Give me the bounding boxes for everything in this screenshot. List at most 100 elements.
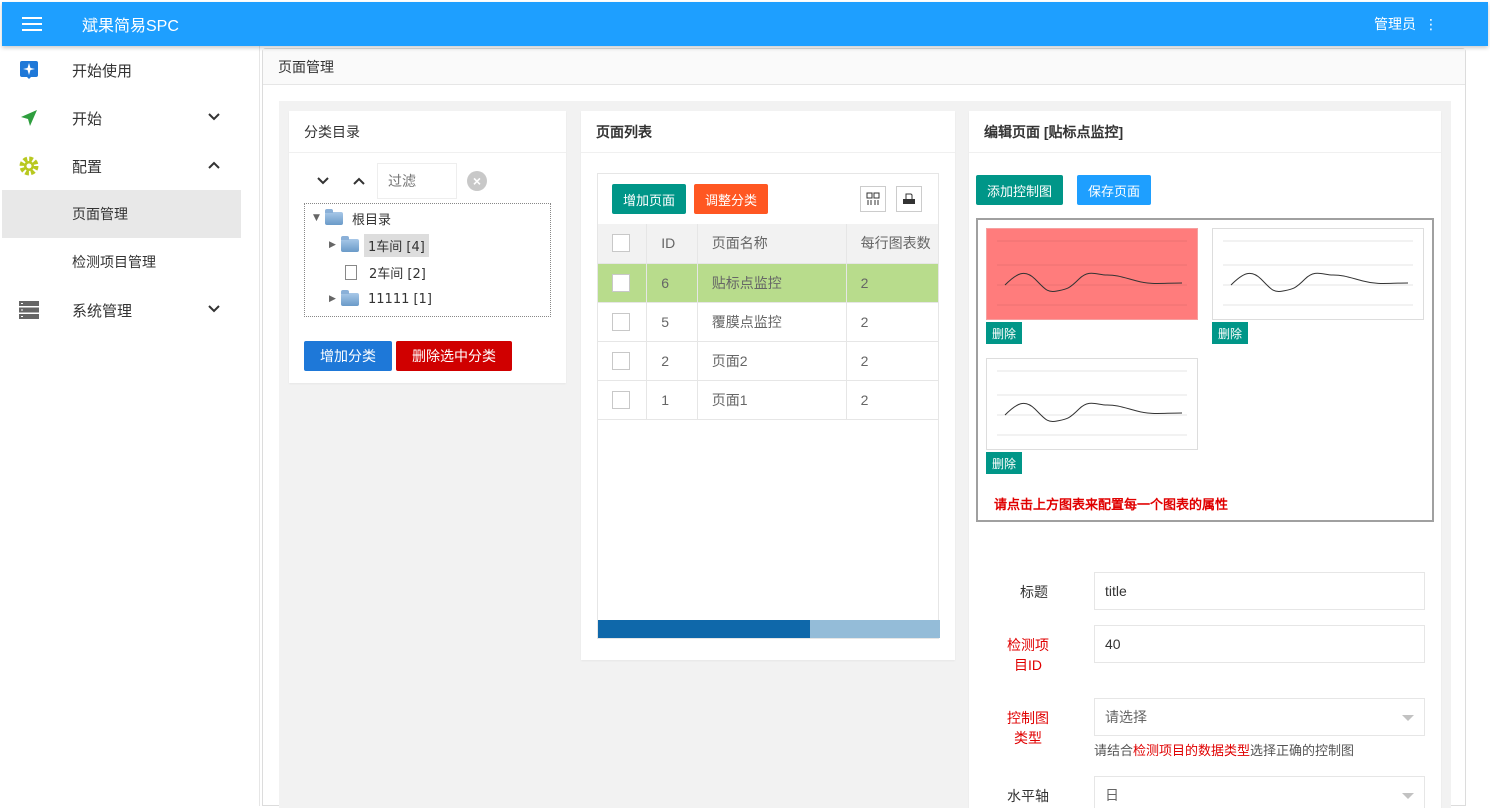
axis-label: 水平轴 (1007, 788, 1049, 804)
print-icon (903, 193, 915, 204)
table-row[interactable]: 2 页面2 2 (598, 341, 938, 381)
user-name: 管理员 (1374, 16, 1416, 32)
page-list-title: 页面列表 (581, 111, 955, 153)
cell-count: 2 (846, 341, 938, 381)
sidebar-item-config[interactable]: 配置 (2, 142, 241, 190)
chart-type-label: 控制图 类型 (1007, 710, 1049, 746)
control-chart-thumbnail (997, 370, 1187, 436)
page-table: ID 页面名称 每行图表数 6 贴标点监控 2 5 覆膜点监控 2 2 页面2 … (598, 224, 938, 420)
triangle-right-icon: ▶ (329, 294, 336, 304)
tree-node-workshop-1[interactable]: ▶ 1车间 [4] (329, 233, 429, 257)
tree-node-workshop-2[interactable]: 2车间 [2] (341, 260, 430, 284)
clear-filter-icon[interactable]: × (467, 171, 487, 191)
table-toolbar: 增加页面 调整分类 (598, 174, 938, 224)
app-title: 斌果简易SPC (82, 18, 179, 35)
triangle-down-icon: ▼ (313, 213, 320, 223)
row-checkbox[interactable] (612, 351, 630, 370)
row-checkbox[interactable] (612, 273, 630, 292)
select-all-checkbox[interactable] (612, 234, 630, 253)
item-id-input[interactable]: 40 (1094, 625, 1425, 663)
chevron-up-icon (353, 177, 365, 185)
cell-id: 5 (646, 302, 698, 342)
chevron-up-icon (208, 161, 220, 169)
cell-count: 2 (846, 263, 938, 303)
sidebar-item-start[interactable]: 开始 (2, 94, 241, 142)
top-bar: 斌果简易SPC 管理员 ⋮ (2, 2, 1488, 46)
table-row[interactable]: 6 贴标点监控 2 (598, 263, 938, 303)
cell-name: 覆膜点监控 (697, 302, 847, 342)
title-input[interactable]: title (1094, 572, 1425, 610)
expand-all-button[interactable] (305, 163, 341, 199)
delete-chart-button[interactable]: 删除 (986, 452, 1023, 474)
folder-icon (325, 208, 343, 225)
chevron-down-icon (317, 177, 329, 185)
gear-icon (18, 155, 40, 177)
delete-category-button[interactable]: 删除选中分类 (396, 341, 512, 371)
tree-node-label: 11111 [1] (368, 291, 432, 307)
edit-page-card: 编辑页面 [贴标点监控] 添加控制图 保存页面 删除 删除 删除 请点击上方图表… (969, 111, 1441, 808)
server-icon (18, 299, 40, 321)
send-icon (18, 107, 40, 129)
chart-thumbnail[interactable] (1212, 228, 1424, 320)
chart-config-hint: 请点击上方图表来配置每一个图表的属性 (994, 497, 1229, 512)
sparkle-icon (18, 59, 40, 81)
category-card: 分类目录 × ▼ 根目录 (289, 111, 566, 383)
horizontal-scrollbar[interactable] (598, 620, 940, 638)
print-button[interactable] (896, 186, 922, 212)
cell-name: 页面1 (697, 380, 847, 420)
add-category-button[interactable]: 增加分类 (304, 341, 392, 371)
chart-thumbnail-selected[interactable] (986, 228, 1198, 320)
control-chart-thumbnail (1223, 240, 1413, 306)
sidebar-item-inspection-items[interactable]: 检测项目管理 (2, 238, 241, 286)
add-chart-button[interactable]: 添加控制图 (976, 175, 1064, 205)
sidebar-item-system[interactable]: 系统管理 (2, 286, 241, 334)
page-table-wrap: 增加页面 调整分类 ID 页面名称 每行图表数 6 贴标点监控 2 5 覆膜点监… (597, 173, 940, 639)
save-page-button[interactable]: 保存页面 (1077, 175, 1152, 205)
cell-count: 2 (846, 380, 938, 420)
columns-icon (866, 192, 880, 205)
table-row[interactable]: 5 覆膜点监控 2 (598, 302, 938, 342)
chevron-down-icon (208, 305, 220, 313)
tree-node-label: 根目录 (352, 212, 392, 228)
columns-filter-button[interactable] (860, 186, 886, 212)
scrollbar-thumb[interactable] (598, 620, 810, 638)
chart-type-select[interactable]: 请选择 (1094, 698, 1425, 736)
user-menu[interactable]: 管理员 ⋮ (1374, 14, 1438, 34)
column-header-count[interactable]: 每行图表数 (846, 224, 938, 264)
sidebar-item-page-management[interactable]: 页面管理 (2, 190, 241, 238)
sidebar-item-label: 系统管理 (72, 302, 133, 320)
tree-node-11111[interactable]: ▶ 11111 [1] (329, 287, 436, 311)
collapse-all-button[interactable] (341, 163, 377, 199)
delete-chart-button[interactable]: 删除 (1212, 322, 1249, 344)
main-panel: 页面管理 分类目录 × ▼ (262, 48, 1466, 808)
tree-node-root[interactable]: ▼ 根目录 (313, 206, 395, 230)
page-list-card: 页面列表 增加页面 调整分类 ID 页面名称 每行图表数 6 贴标点监控 2 5… (581, 111, 955, 660)
dropdown-arrow-icon (1402, 715, 1414, 721)
sidebar: 开始使用 开始 配置 页面管理 检测项目管理 系统管理 (2, 46, 260, 806)
row-checkbox[interactable] (612, 390, 630, 409)
delete-chart-button[interactable]: 删除 (986, 322, 1023, 344)
column-header-name[interactable]: 页面名称 (697, 224, 847, 264)
adjust-category-button[interactable]: 调整分类 (694, 184, 769, 214)
cell-id: 2 (646, 341, 698, 381)
chevron-down-icon (208, 113, 220, 121)
item-id-label: 检测项 目ID (1007, 637, 1049, 673)
chart-thumbnail[interactable] (986, 358, 1198, 450)
sidebar-item-getting-started[interactable]: 开始使用 (2, 46, 241, 94)
category-title: 分类目录 (289, 111, 566, 153)
tree-filter-input[interactable] (377, 163, 457, 199)
axis-select[interactable]: 日 (1094, 776, 1425, 808)
menu-toggle-button[interactable] (2, 2, 62, 46)
chart-preview-area: 删除 删除 删除 请点击上方图表来配置每一个图表的属性 (976, 218, 1434, 522)
tree-tools: × (305, 163, 487, 199)
column-header-id[interactable]: ID (646, 224, 698, 264)
control-chart-thumbnail (997, 240, 1187, 306)
dropdown-arrow-icon (1402, 793, 1414, 799)
table-row[interactable]: 1 页面1 2 (598, 380, 938, 420)
file-icon (345, 264, 357, 280)
row-checkbox[interactable] (612, 312, 630, 331)
hamburger-icon (22, 17, 42, 31)
cell-name: 页面2 (697, 341, 847, 381)
tree-node-label: 2车间 [2] (369, 266, 426, 282)
add-page-button[interactable]: 增加页面 (612, 184, 687, 214)
